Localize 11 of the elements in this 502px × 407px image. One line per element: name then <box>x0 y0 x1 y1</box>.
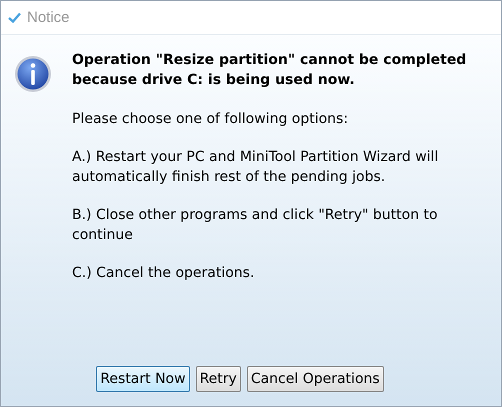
message-text: B.) Close other programs and click "Retry" button to continue <box>72 206 439 244</box>
message-text: Please choose one of following options: <box>72 110 350 128</box>
info-icon <box>14 55 52 93</box>
dialog-button[interactable]: Cancel Operations <box>246 366 384 392</box>
window-title: Notice <box>27 9 70 26</box>
message-text: C.) Cancel the operations. <box>72 264 256 283</box>
message-heading: Operation "Resize partition" cannot be completed because drive C: is being used now. <box>72 51 468 90</box>
message-text: A.) Restart your PC and MiniTool Partition Wizard will automatically finish rest of the pending jobs. <box>72 148 440 186</box>
dialog-button[interactable]: Restart Now <box>96 366 190 392</box>
dialog-button[interactable]: Retry <box>196 366 241 392</box>
check-icon <box>8 12 21 23</box>
